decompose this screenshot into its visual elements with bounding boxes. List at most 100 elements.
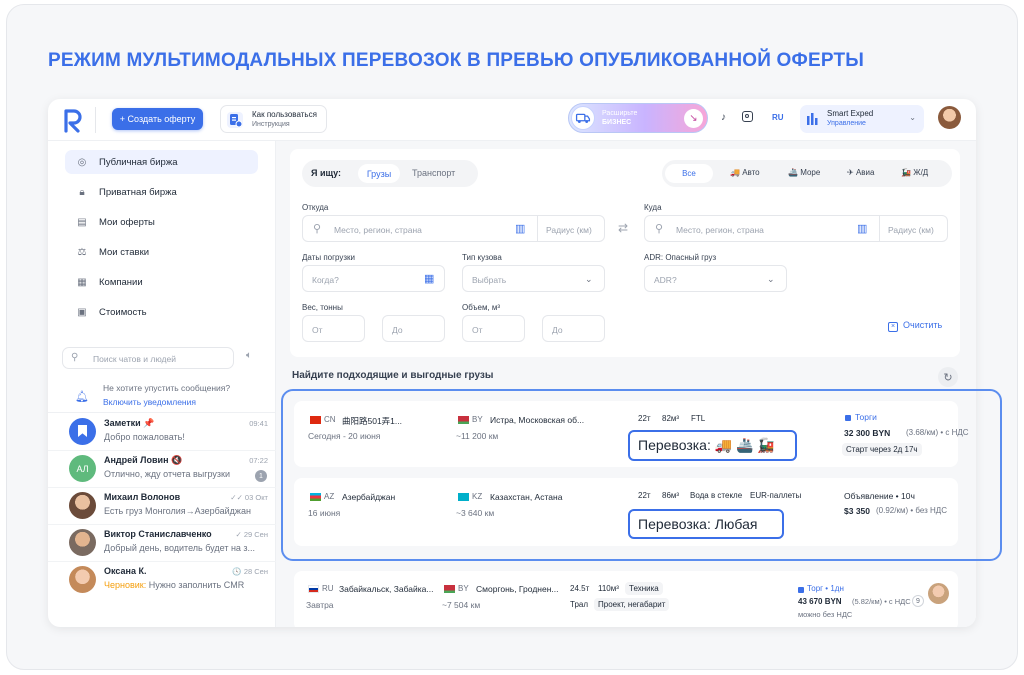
chat-name: Виктор Станиславченко (104, 529, 212, 539)
arrow-icon: ↘ (684, 109, 703, 128)
create-offer-button[interactable]: + Создать оферту (112, 108, 203, 130)
to-field[interactable]: ⚲ Место, регион, страна ▥ Радиус (км) (644, 215, 948, 242)
howto-button[interactable]: Как пользоваться Инструкция (220, 105, 327, 133)
weight-from-input[interactable]: От (302, 315, 365, 342)
mode-sea[interactable]: 🚢 Море (788, 168, 820, 177)
chevron-down-icon: ⌄ (585, 274, 593, 284)
language-switch[interactable]: RU (772, 113, 784, 122)
bell-icon: 🔔︎ (75, 391, 89, 403)
company-icon (807, 113, 818, 125)
chat-preview: Отлично, жду отчета выгрузки (104, 469, 231, 479)
chat-name: Оксана К. (104, 566, 147, 576)
instagram-icon[interactable] (742, 111, 753, 122)
volume-from-placeholder: От (472, 325, 483, 335)
clear-filters-button[interactable]: × Очистить (888, 320, 942, 332)
lock-icon: 🔒︎ (79, 186, 85, 198)
from-field[interactable]: ⚲ Место, регион, страна ▥ Радиус (км) (302, 215, 605, 242)
sidebar-item-cost[interactable]: ▣ Стоимость (65, 300, 258, 324)
upgrade-business-banner[interactable]: Расширьте БИЗНЕС ↘ (568, 103, 708, 133)
document-icon: ▤ (77, 216, 87, 228)
sidebar-item-label: Приватная биржа (99, 186, 177, 198)
volume-to-input[interactable]: До (542, 315, 605, 342)
clear-label: Очистить (903, 320, 943, 330)
map-icon[interactable]: ▥ (857, 222, 867, 235)
avatar: АЛ (69, 455, 96, 482)
biz-title: Расширьте (602, 110, 638, 117)
volume-label: Объем, м³ (462, 303, 501, 312)
sidebar-item-public-exchange[interactable]: ◎ Публичная биржа (65, 150, 258, 174)
highlight-frame (281, 389, 1002, 561)
weight-tag: 24.5т (570, 584, 590, 593)
tab-transport[interactable]: Транспорт (412, 168, 455, 178)
dates-placeholder: Когда? (312, 275, 339, 285)
mode-label: Море (800, 168, 821, 177)
load-date: Завтра (306, 600, 334, 610)
draft-text: Нужно заполнить CMR (146, 580, 245, 590)
mode-air[interactable]: ✈ Авиа (847, 168, 874, 177)
chat-name: Михаил Волонов (104, 492, 181, 502)
sidebar-item-companies[interactable]: ▦ Компании (65, 270, 258, 294)
chat-item[interactable]: Виктор Станиславченко ✓ 29 Сен Добрый де… (48, 525, 276, 562)
status-badge: Торг • 1дн (807, 584, 844, 593)
transport-mode-filter: Все 🚚 Авто 🚢 Море ✈ Авиа 🚂 Ж/Д (662, 160, 952, 187)
cargo-type-tag: Техника (625, 582, 663, 595)
sidebar-item-private-exchange[interactable]: 🔒︎ Приватная биржа (65, 180, 258, 204)
sidebar-item-label: Мои оферты (99, 216, 155, 228)
avatar (928, 583, 949, 604)
user-avatar[interactable] (938, 106, 961, 129)
mode-rail[interactable]: 🚂 Ж/Д (901, 168, 928, 177)
weight-from-placeholder: От (312, 325, 323, 335)
adr-select[interactable]: ADR? ⌄ (644, 265, 787, 292)
swap-icon[interactable]: ⇄ (618, 221, 628, 235)
chat-preview: Черновик: Нужно заполнить CMR (104, 580, 264, 590)
volume-tag: 110м³ (598, 584, 619, 593)
chat-time: 🕓 28 Сен (232, 567, 268, 576)
howto-subtitle: Инструкция (252, 121, 290, 128)
notification-prompt: 🔔︎ Не хотите упустить сообщения? Включит… (48, 381, 276, 413)
notification-text: Не хотите упустить сообщения? (103, 383, 231, 393)
calendar-icon: ▦ (424, 273, 435, 285)
chat-name: Заметки 📌 (104, 418, 155, 428)
map-icon[interactable]: ▥ (515, 222, 525, 235)
sidebar-item-my-bids[interactable]: ⚖︎ Мои ставки (65, 240, 258, 264)
chat-search-input[interactable]: ⚲ Поиск чатов и людей (62, 347, 234, 369)
price-note: (5.82/км) • с НДС (852, 597, 911, 606)
tab-cargo[interactable]: Грузы (358, 164, 400, 183)
chat-preview: Добрый день, водитель будет на з... (104, 543, 256, 553)
company-switcher[interactable]: Smart Exped Управление ⌄ (800, 105, 924, 133)
calculator-icon: ▣ (77, 306, 87, 318)
enable-notifications-link[interactable]: Включить уведомления (103, 397, 196, 407)
vat-note: можно без НДС (798, 610, 853, 619)
dates-field[interactable]: Когда? ▦ (302, 265, 445, 292)
sidebar-item-label: Компании (99, 276, 143, 288)
cargo-card[interactable]: RU Забайкальск, Забайка... Завтра BY Смо… (294, 571, 958, 627)
volume-from-input[interactable]: От (462, 315, 525, 342)
logo-icon[interactable] (63, 107, 83, 133)
mode-label: Авто (742, 168, 760, 177)
to-radius-placeholder: Радиус (км) (888, 225, 934, 235)
chat-search-placeholder: Поиск чатов и людей (93, 354, 176, 364)
body-type-select[interactable]: Выбрать ⌄ (462, 265, 605, 292)
tiktok-icon[interactable]: ♪ (721, 112, 726, 123)
chat-item[interactable]: АЛ Андрей Ловин 🔇 07:22 Отлично, жду отч… (48, 451, 276, 488)
sidebar-item-my-offers[interactable]: ▤ Мои оферты (65, 210, 258, 234)
close-icon: × (888, 322, 898, 332)
from-radius-placeholder: Радиус (км) (546, 225, 592, 235)
mode-auto[interactable]: 🚚 Авто (730, 168, 760, 177)
to-city: Сморгонь, Гроднен... (476, 584, 559, 594)
weight-to-input[interactable]: До (382, 315, 445, 342)
avatar (69, 566, 96, 593)
weight-to-placeholder: До (392, 325, 403, 335)
sound-icon[interactable]: 🔈︎ (246, 350, 252, 361)
chat-item[interactable]: Михаил Волонов ✓✓ 03 Окт Есть груз Монго… (48, 488, 276, 525)
distance: ~7 504 км (442, 600, 481, 610)
mode-all[interactable]: Все (665, 164, 713, 183)
divider (95, 107, 96, 133)
truck-icon (571, 106, 595, 130)
from-city: Забайкальск, Забайка... (339, 584, 434, 594)
mode-label: Авиа (855, 168, 875, 177)
refresh-icon[interactable]: ↻ (938, 367, 958, 387)
chat-item[interactable]: Оксана К. 🕓 28 Сен Черновик: Нужно запол… (48, 562, 276, 599)
chat-item[interactable]: Заметки 📌 09:41 Добро пожаловать! (48, 414, 276, 451)
adr-label: ADR: Опасный груз (644, 253, 717, 262)
